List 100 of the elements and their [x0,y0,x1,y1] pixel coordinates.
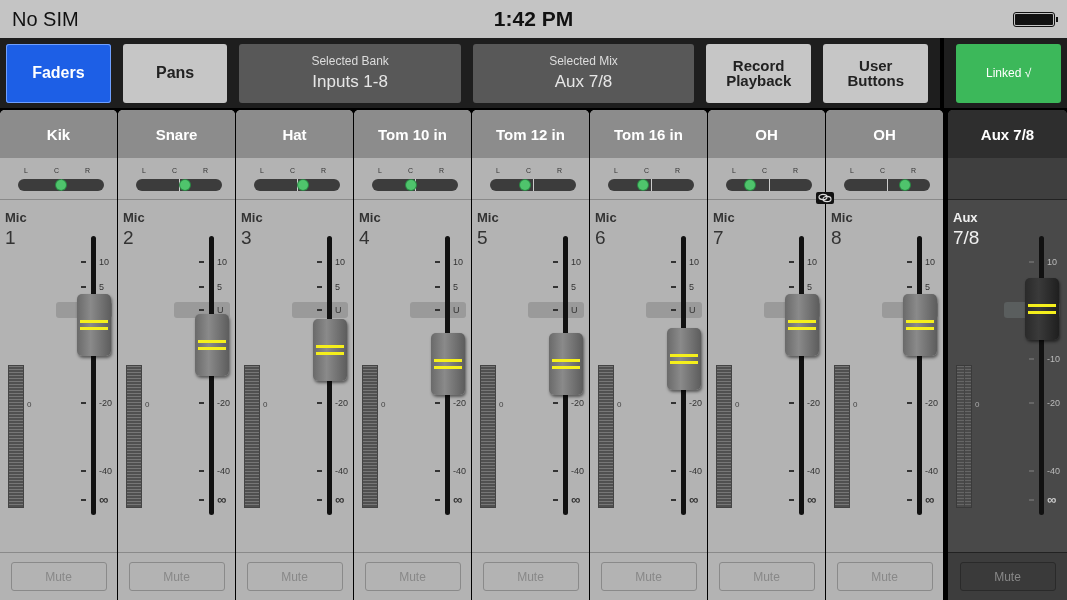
scale-tick [553,470,558,472]
channel-number: 4 [359,227,370,249]
pan-knob[interactable] [405,180,416,190]
scale-label: -20 [807,397,820,409]
scale-label: -40 [571,465,584,477]
pan-slider[interactable] [136,179,222,191]
fader-handle[interactable] [77,294,111,357]
selector-value: Aux 7/8 [554,72,613,92]
scale-tick [789,261,794,263]
source-label: Mic [123,210,145,225]
channel-number: 8 [831,227,842,249]
scale-label: ∞ [925,494,935,505]
scale-tick [317,286,322,288]
scale-tick [553,499,558,501]
channel-number: 5 [477,227,488,249]
scale-tick [671,470,676,472]
scale-label: ∞ [807,494,817,505]
meter-label: 0 [263,400,268,409]
scale-label: 10 [571,256,581,268]
scale-label: -20 [1047,397,1060,409]
scale-label: 10 [335,256,345,268]
pan-slider[interactable] [372,179,458,191]
fader-handle[interactable] [431,333,465,396]
scale-tick [199,470,204,472]
scale-label: 10 [807,256,817,268]
unity-marker [646,302,702,318]
mute-button[interactable]: Mute [959,562,1056,591]
scale-tick [435,402,440,404]
unity-marker [292,302,348,318]
toolbar-button[interactable]: User Buttons [823,43,929,103]
fader-handle[interactable] [1025,277,1059,340]
scale-tick [789,402,794,404]
pan-slider[interactable] [608,179,694,191]
pan-knob[interactable] [638,180,649,190]
scale-tick [907,402,912,404]
channel-number: 7 [713,227,724,249]
scale-label: 5 [335,281,340,293]
scale-label: 10 [925,256,935,268]
unity-marker [410,302,466,318]
scale-tick [317,261,322,263]
fader-handle[interactable] [903,294,937,357]
channel-name: Tom 10 in [354,110,471,158]
pan-knob[interactable] [298,180,308,190]
meter-label: 0 [499,400,504,409]
pan-knob[interactable] [745,180,756,190]
toolbar-button[interactable]: Record Playback [706,43,812,103]
view-tab[interactable]: Faders [6,43,111,103]
scale-label: -20 [925,397,938,409]
fader-handle[interactable] [313,319,347,382]
pan-slider[interactable] [254,179,340,191]
scale-label: -40 [689,465,702,477]
view-tab[interactable]: Pans [122,43,228,103]
pan-knob[interactable] [520,180,531,190]
scale-tick [81,261,86,263]
selector-button[interactable]: Selected Mix Aux 7/8 [472,43,695,103]
channel-number: 1 [5,227,16,249]
pan-slider[interactable] [18,179,104,191]
scale-tick [671,261,676,263]
scale-tick [789,499,794,501]
scale-tick [435,286,440,288]
fader-handle[interactable] [195,313,229,376]
source-label: Mic [241,210,263,225]
scale-label: 5 [807,281,812,293]
pan-slider[interactable] [844,179,930,191]
scale-label: 10 [689,256,699,268]
scale-label: -40 [335,465,348,477]
selector-value: Inputs 1-8 [312,72,388,92]
scale-label: U [571,304,578,316]
pan-knob[interactable] [56,180,66,190]
scale-label: ∞ [217,494,227,505]
scale-label: ∞ [99,494,109,505]
pan-knob[interactable] [180,180,190,190]
channel-name: Snare [118,110,235,158]
scale-label: -20 [99,397,112,409]
selector-button[interactable]: Selected Bank Inputs 1-8 [239,43,461,103]
fader-handle[interactable] [549,333,583,396]
fader-handle[interactable] [785,294,819,357]
source-label: Mic [831,210,853,225]
scale-tick [907,499,912,501]
scale-tick [81,499,86,501]
fader-handle[interactable] [667,327,701,390]
scale-tick [199,402,204,404]
meter-label: 0 [735,400,740,409]
scale-tick [199,309,204,311]
scale-tick [199,499,204,501]
scale-label: 5 [217,281,222,293]
pan-slider[interactable] [490,179,576,191]
scale-tick [317,309,322,311]
scale-label: ∞ [335,494,345,505]
scale-label: 5 [925,281,930,293]
pan-slider[interactable] [726,179,812,191]
linked-toggle[interactable]: Linked √ [956,43,1061,103]
scale-label: 5 [571,281,576,293]
link-icon[interactable] [816,192,834,204]
source-label: Mic [713,210,735,225]
pan-knob[interactable] [900,180,911,190]
scale-label: U [335,304,342,316]
meter-label: 0 [975,400,980,409]
scale-label: ∞ [571,494,581,505]
scale-tick [671,309,676,311]
